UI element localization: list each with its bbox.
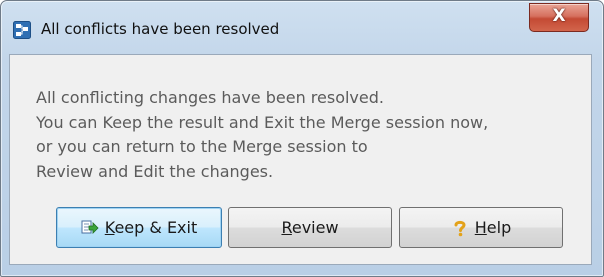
merge-app-icon	[13, 21, 31, 39]
message-line: You can Keep the result and Exit the Mer…	[36, 112, 489, 132]
message-line: Review and Edit the changes.	[36, 161, 274, 181]
close-button[interactable]: X	[529, 3, 589, 32]
close-icon: X	[552, 6, 566, 26]
review-button[interactable]: Review	[228, 207, 392, 248]
title-bar[interactable]: All conflicts have been resolved X	[1, 1, 603, 53]
question-mark-icon	[454, 220, 466, 236]
keep-exit-button[interactable]: Keep & Exit	[56, 207, 222, 248]
message-text: All conflicting changes have been resolv…	[36, 86, 488, 184]
help-button[interactable]: Help	[399, 207, 563, 248]
dialog-title: All conflicts have been resolved	[41, 20, 280, 38]
review-label: Review	[281, 218, 339, 237]
help-label: Help	[474, 218, 512, 237]
keep-exit-label: Keep & Exit	[104, 218, 198, 237]
message-line: All conflicting changes have been resolv…	[36, 88, 384, 107]
message-line: or you can return to the Merge session t…	[36, 137, 368, 156]
keep-exit-icon	[81, 220, 99, 234]
